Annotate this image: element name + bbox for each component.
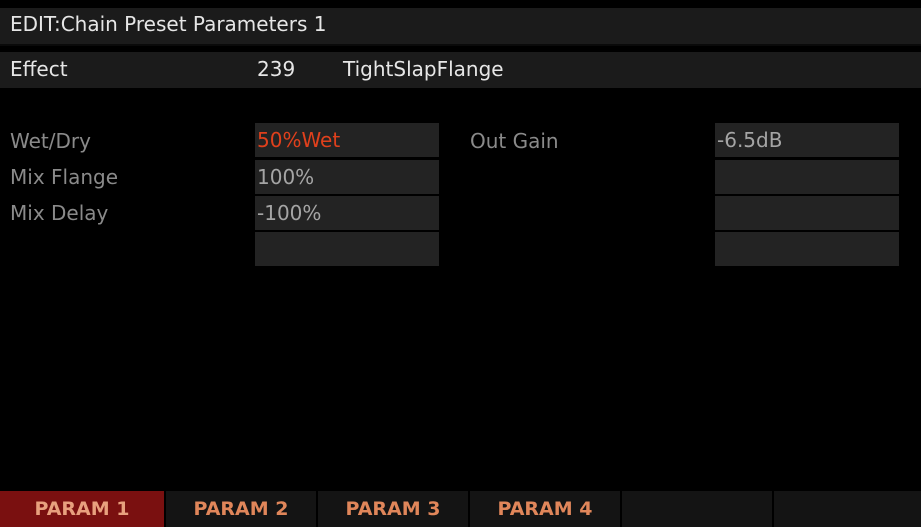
param-value-mix-delay[interactable]: -100% — [255, 196, 439, 230]
softkey-param-2[interactable]: PARAM 2 — [166, 491, 318, 527]
param-value-wet-dry[interactable]: 50%Wet — [255, 123, 439, 157]
param-label-mix-delay: Mix Delay — [10, 201, 109, 225]
effect-label: Effect — [10, 57, 68, 81]
softkey-empty-5[interactable] — [622, 491, 774, 527]
title-bar: EDIT:Chain Preset Parameters 1 — [0, 8, 921, 46]
softkey-param-3[interactable]: PARAM 3 — [318, 491, 470, 527]
param-value-out-gain[interactable]: -6.5dB — [715, 123, 899, 157]
param-label-mix-flange: Mix Flange — [10, 165, 118, 189]
param-value-empty-right-2[interactable] — [715, 160, 899, 194]
effect-number[interactable]: 239 — [257, 57, 295, 81]
softkey-empty-6[interactable] — [774, 491, 921, 527]
edit-screen: EDIT:Chain Preset Parameters 1 Effect 23… — [0, 0, 921, 527]
param-label-wet-dry: Wet/Dry — [10, 129, 91, 153]
softkey-bar: PARAM 1 PARAM 2 PARAM 3 PARAM 4 — [0, 491, 921, 527]
param-value-empty-right-3[interactable] — [715, 196, 899, 230]
param-label-out-gain: Out Gain — [470, 129, 559, 153]
effect-name[interactable]: TightSlapFlange — [343, 57, 504, 81]
param-value-empty-left-4[interactable] — [255, 232, 439, 266]
param-value-mix-flange[interactable]: 100% — [255, 160, 439, 194]
effect-selector[interactable]: Effect 239 TightSlapFlange — [0, 52, 921, 88]
softkey-param-1[interactable]: PARAM 1 — [0, 491, 166, 527]
param-value-empty-right-4[interactable] — [715, 232, 899, 266]
page-title: EDIT:Chain Preset Parameters 1 — [10, 12, 327, 36]
softkey-param-4[interactable]: PARAM 4 — [470, 491, 622, 527]
